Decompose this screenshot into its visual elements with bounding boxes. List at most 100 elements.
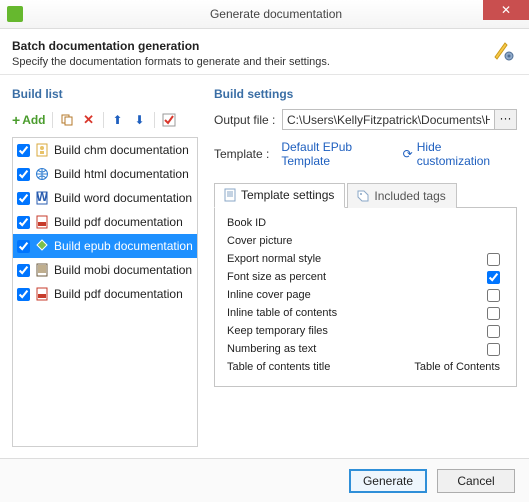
item-checkbox[interactable] (17, 168, 30, 181)
item-label: Build chm documentation (54, 143, 189, 157)
separator (103, 112, 104, 128)
item-checkbox[interactable] (17, 192, 30, 205)
template-label: Template : (214, 147, 281, 161)
setting-row: Inline cover page (225, 286, 506, 304)
setting-checkbox[interactable] (487, 271, 500, 284)
setting-row: Table of contents titleTable of Contents (225, 358, 506, 376)
output-file-input[interactable] (282, 109, 495, 130)
item-checkbox[interactable] (17, 240, 30, 253)
header-title: Batch documentation generation (12, 39, 517, 53)
setting-label: Inline table of contents (225, 307, 487, 319)
delete-icon: ✕ (83, 112, 94, 128)
build-list-toolbar: + Add ✕ ⬆ ⬇ (12, 109, 198, 131)
cancel-button[interactable]: Cancel (437, 469, 515, 493)
html-icon (35, 167, 49, 181)
setting-row: Font size as percent (225, 268, 506, 286)
tab-label: Included tags (374, 189, 445, 203)
item-label: Build pdf documentation (54, 287, 183, 301)
duplicate-icon (60, 113, 74, 127)
pdf-icon (35, 287, 49, 301)
setting-row: Export normal style (225, 250, 506, 268)
arrow-up-icon: ⬆ (112, 113, 122, 127)
titlebar: Generate documentation ✕ (0, 0, 529, 29)
item-label: Build epub documentation (54, 239, 193, 253)
tags-icon (356, 189, 370, 203)
add-button[interactable]: + Add (12, 113, 46, 127)
epub-icon (35, 239, 49, 253)
svg-text:W: W (36, 191, 48, 204)
separator (52, 112, 53, 128)
app-icon (7, 6, 23, 22)
browse-button[interactable]: ··· (495, 109, 517, 130)
hide-customization-label: Hide customization (417, 140, 517, 168)
template-link[interactable]: Default EPub Template (281, 140, 402, 168)
header-subtitle: Specify the documentation formats to gen… (12, 56, 517, 68)
setting-checkbox[interactable] (487, 289, 500, 302)
setting-checkbox[interactable] (487, 307, 500, 320)
setting-label: Export normal style (225, 253, 487, 265)
setting-label: Numbering as text (225, 343, 487, 355)
refresh-icon: ⟳ (403, 147, 413, 161)
check-icon (162, 113, 176, 127)
tab-label: Template settings (241, 188, 334, 202)
setting-checkbox[interactable] (487, 325, 500, 338)
setting-value: Table of Contents (414, 361, 506, 373)
setting-label: Cover picture (225, 235, 506, 247)
generate-button[interactable]: Generate (349, 469, 427, 493)
list-item[interactable]: W Build word documentation (13, 186, 197, 210)
item-label: Build mobi documentation (54, 263, 192, 277)
header: Batch documentation generation Specify t… (0, 29, 529, 74)
list-item[interactable]: Build chm documentation (13, 138, 197, 162)
mobi-icon (35, 263, 49, 277)
list-item[interactable]: Build pdf documentation (13, 282, 197, 306)
setting-row: Inline table of contents (225, 304, 506, 322)
list-item[interactable]: Build html documentation (13, 162, 197, 186)
list-item[interactable]: Build epub documentation (13, 234, 197, 258)
setting-row: Numbering as text (225, 340, 506, 358)
setting-checkbox[interactable] (487, 343, 500, 356)
settings-tabs: Template settings Included tags (214, 182, 517, 208)
pdf-icon (35, 215, 49, 229)
build-list-heading: Build list (12, 87, 198, 101)
item-checkbox[interactable] (17, 216, 30, 229)
list-item[interactable]: Build pdf documentation (13, 210, 197, 234)
word-icon: W (35, 191, 49, 205)
delete-button[interactable]: ✕ (81, 112, 97, 128)
list-item[interactable]: Build mobi documentation (13, 258, 197, 282)
tab-included-tags[interactable]: Included tags (347, 183, 456, 208)
item-checkbox[interactable] (17, 144, 30, 157)
setting-label: Keep temporary files (225, 325, 487, 337)
setting-label: Inline cover page (225, 289, 487, 301)
move-down-button[interactable]: ⬇ (132, 112, 148, 128)
setting-label: Font size as percent (225, 271, 487, 283)
move-up-button[interactable]: ⬆ (110, 112, 126, 128)
close-icon: ✕ (501, 3, 511, 17)
template-icon (223, 188, 237, 202)
chm-icon (35, 143, 49, 157)
item-label: Build pdf documentation (54, 215, 183, 229)
item-checkbox[interactable] (17, 288, 30, 301)
output-file-label: Output file : (214, 113, 282, 127)
build-list[interactable]: Build chm documentation Build html docume… (12, 137, 198, 447)
setting-label: Table of contents title (225, 361, 414, 373)
wizard-icon (491, 39, 515, 63)
add-label: Add (22, 113, 45, 127)
check-all-button[interactable] (161, 112, 177, 128)
duplicate-button[interactable] (59, 112, 75, 128)
setting-row: Book ID (225, 214, 506, 232)
tab-template-settings[interactable]: Template settings (214, 183, 345, 208)
separator (154, 112, 155, 128)
plus-icon: + (12, 114, 20, 126)
setting-label: Book ID (225, 217, 506, 229)
setting-row: Cover picture (225, 232, 506, 250)
item-label: Build html documentation (54, 167, 189, 181)
hide-customization-link[interactable]: ⟳ Hide customization (403, 140, 517, 168)
dialog-footer: Generate Cancel (0, 458, 529, 502)
close-button[interactable]: ✕ (483, 0, 529, 20)
item-label: Build word documentation (54, 191, 192, 205)
item-checkbox[interactable] (17, 264, 30, 277)
build-settings-heading: Build settings (214, 87, 517, 101)
arrow-down-icon: ⬇ (134, 113, 144, 127)
window-title: Generate documentation (23, 7, 529, 21)
setting-checkbox[interactable] (487, 253, 500, 266)
